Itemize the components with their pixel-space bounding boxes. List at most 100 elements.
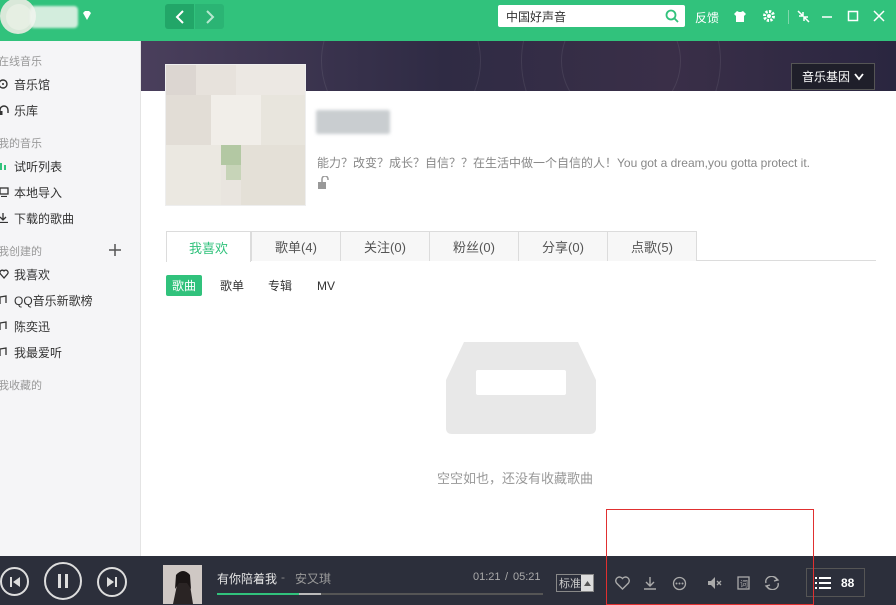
more-icon[interactable] xyxy=(671,575,687,591)
subtab-mv[interactable]: MV xyxy=(308,275,344,296)
svg-text:词: 词 xyxy=(740,580,748,589)
sidebar-item-music-hall[interactable]: 音乐馆 xyxy=(0,74,50,94)
playlist-count: 88 xyxy=(841,575,855,590)
empty-state-text: 空空如也，还没有收藏歌曲 xyxy=(437,471,594,486)
playlist-button[interactable]: 88 xyxy=(806,568,865,597)
sidebar-item-library[interactable]: 乐库 xyxy=(0,100,38,120)
sidebar-item-local-import[interactable]: 本地导入 xyxy=(0,182,62,202)
maximize-icon[interactable] xyxy=(845,8,861,24)
song-title[interactable]: 有你陪着我 xyxy=(217,570,277,587)
tab-shares[interactable]: 分享(0) xyxy=(518,231,608,261)
music-gene-button[interactable]: 音乐基因 xyxy=(791,63,875,90)
progress-bar[interactable] xyxy=(217,593,543,595)
empty-box-icon xyxy=(446,342,596,434)
tab-label: 歌单(4) xyxy=(275,240,317,255)
mini-mode-icon[interactable] xyxy=(795,8,811,24)
sidebar-item-playlist[interactable]: 我最爱听 xyxy=(0,342,62,362)
sidebar-item-playlist[interactable]: 陈奕迅 xyxy=(0,316,50,336)
subtab-label: 专辑 xyxy=(267,279,292,293)
like-icon[interactable] xyxy=(614,575,630,591)
sidebar-item-downloads[interactable]: 下载的歌曲 xyxy=(0,208,74,228)
divider xyxy=(788,10,789,24)
profile-name-blurred xyxy=(316,110,390,134)
quality-label: 标准 xyxy=(559,578,581,590)
previous-button[interactable] xyxy=(0,567,29,596)
song-artist[interactable]: 安又琪 xyxy=(295,570,331,587)
gear-icon[interactable] xyxy=(761,8,777,24)
sidebar-item-trial-list[interactable]: 试听列表 xyxy=(0,156,62,176)
tab-requests[interactable]: 点歌(5) xyxy=(607,231,697,261)
subtab-label: MV xyxy=(317,278,335,293)
sidebar-section-title: 我的音乐 xyxy=(0,138,42,150)
subtab-playlists[interactable]: 歌单 xyxy=(214,275,250,296)
tab-label: 粉丝(0) xyxy=(453,240,495,255)
download-icon[interactable] xyxy=(642,575,658,591)
subtab-label: 歌曲 xyxy=(171,279,196,293)
tab-following[interactable]: 关注(0) xyxy=(340,231,430,261)
unlock-icon[interactable] xyxy=(317,176,331,190)
download-icon xyxy=(0,212,12,224)
bars-icon xyxy=(0,160,12,172)
skin-icon[interactable] xyxy=(732,8,748,24)
lyrics-icon[interactable]: 词 xyxy=(735,575,751,591)
sidebar-item-label: 本地导入 xyxy=(14,185,63,200)
disc-icon xyxy=(0,78,12,90)
sidebar-item-label: QQ音乐新歌榜 xyxy=(14,293,93,308)
tab-playlists[interactable]: 歌单(4) xyxy=(251,231,341,261)
profile-avatar[interactable] xyxy=(165,64,306,206)
note-icon xyxy=(0,320,12,332)
heart-icon xyxy=(0,268,12,280)
sidebar-section-title: 我收藏的 xyxy=(0,380,42,392)
back-button[interactable] xyxy=(165,4,194,29)
sidebar-item-label: 我喜欢 xyxy=(14,267,51,282)
monitor-icon xyxy=(0,186,12,198)
quality-selector[interactable]: 标准 xyxy=(556,574,594,592)
chevron-left-icon xyxy=(175,9,184,24)
sidebar-item-label: 陈奕迅 xyxy=(14,319,51,334)
chevron-right-icon xyxy=(205,9,214,24)
album-cover[interactable] xyxy=(163,565,202,604)
music-gene-label: 音乐基因 xyxy=(801,70,850,84)
repeat-icon[interactable] xyxy=(764,575,780,591)
title-bar: 反馈 xyxy=(0,0,896,41)
next-icon xyxy=(107,577,117,587)
player-bar xyxy=(0,556,896,605)
sidebar-item-label: 下载的歌曲 xyxy=(14,211,75,226)
pause-icon xyxy=(58,574,68,588)
previous-icon xyxy=(9,576,20,587)
close-icon[interactable] xyxy=(871,8,887,24)
next-button[interactable] xyxy=(97,567,127,597)
sidebar-item-playlist[interactable]: QQ音乐新歌榜 xyxy=(0,290,93,310)
tab-fans[interactable]: 粉丝(0) xyxy=(429,231,519,261)
list-icon xyxy=(815,576,831,589)
sidebar-item-label: 试听列表 xyxy=(14,159,63,174)
sidebar-item-label: 乐库 xyxy=(14,103,39,118)
forward-button[interactable] xyxy=(195,4,224,29)
song-separator: - xyxy=(281,570,285,584)
pause-button[interactable] xyxy=(44,562,82,600)
time-separator: / xyxy=(505,571,509,583)
subtab-songs[interactable]: 歌曲 xyxy=(166,275,202,296)
sidebar-section-title: 在线音乐 xyxy=(0,56,42,68)
caret-up-icon xyxy=(581,575,593,591)
subtab-albums[interactable]: 专辑 xyxy=(262,275,298,296)
search-box[interactable] xyxy=(498,5,685,27)
search-icon[interactable] xyxy=(665,9,679,23)
sidebar-item-label: 音乐馆 xyxy=(14,77,51,92)
note-icon xyxy=(0,346,12,358)
note-icon xyxy=(0,294,12,306)
sidebar-item-favorites[interactable]: 我喜欢 xyxy=(0,264,50,284)
diamond-icon[interactable] xyxy=(81,10,93,22)
tab-favorites[interactable]: 我喜欢 xyxy=(166,231,251,262)
search-input[interactable] xyxy=(498,5,658,27)
add-playlist-icon[interactable] xyxy=(108,243,122,257)
tab-label: 点歌(5) xyxy=(631,240,673,255)
total-time: 05:21 xyxy=(513,571,541,583)
progress-fill xyxy=(217,593,299,595)
minimize-icon[interactable] xyxy=(819,8,835,24)
mute-icon[interactable] xyxy=(706,575,722,591)
sidebar-section-title: 我创建的 xyxy=(0,246,42,258)
tab-label: 分享(0) xyxy=(542,240,584,255)
feedback-link[interactable]: 反馈 xyxy=(695,9,719,26)
username-blurred[interactable] xyxy=(30,6,78,28)
